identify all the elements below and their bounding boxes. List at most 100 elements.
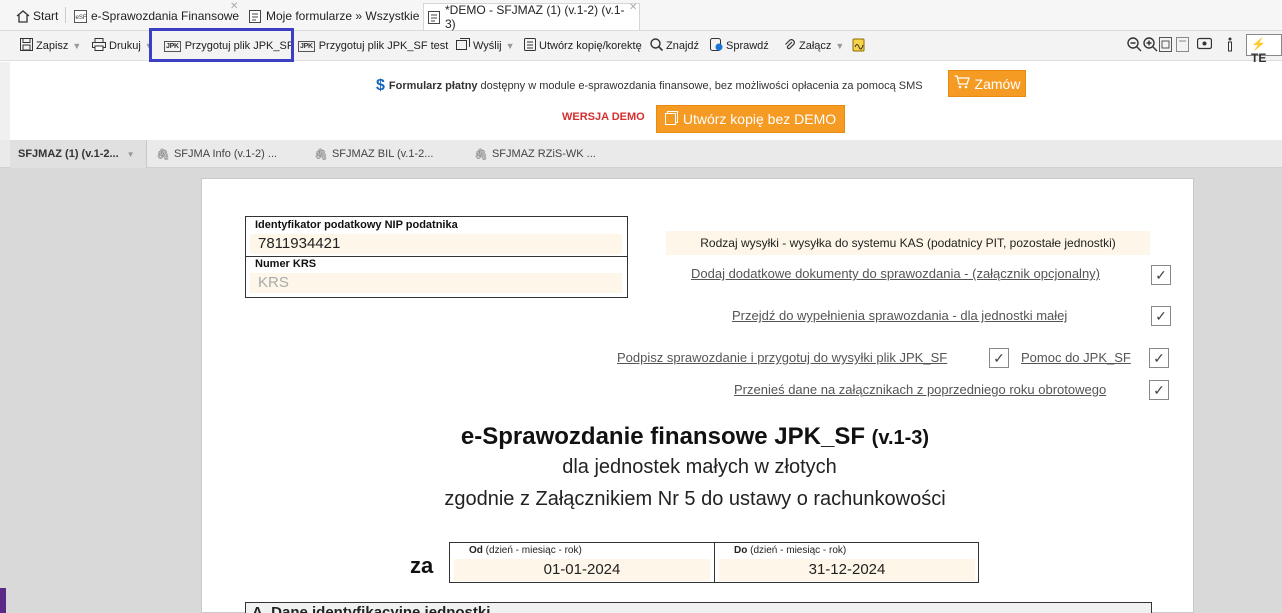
page-view-icon[interactable]	[1176, 37, 1189, 55]
doc-tab-label: SFJMA Info (v.1-2) ...	[173, 148, 278, 160]
sign-report-link[interactable]: Podpisz sprawozdanie i przygotuj do wysy…	[617, 350, 947, 365]
send-type-field[interactable]: Rodzaj wysyłki - wysyłka do systemu KAS …	[666, 231, 1150, 255]
section-a-header: A. Dane identyfikacyjne jednostki	[245, 602, 1152, 613]
tab-e-sprawozdania[interactable]: eSF e-Sprawozdania Finansowe ✕	[70, 1, 243, 29]
window-tab-bar: Start eSF e-Sprawozdania Finansowe ✕ Moj…	[0, 0, 1282, 31]
from-label-bold: Od	[469, 545, 483, 556]
form-icon	[249, 9, 262, 23]
cart-icon	[954, 75, 970, 92]
tab-moje-formularze[interactable]: Moje formularze » Wszystkie	[245, 3, 423, 29]
svg-text:eSF: eSF	[76, 15, 87, 21]
prepare-jpk-test-label: Przygotuj plik JPK_SF test	[318, 40, 449, 52]
doc-tab-sfjmaz-rzis[interactable]: 🖇 SFJMAZ RZiS-WK ...	[466, 140, 596, 168]
from-date-field[interactable]: 01-01-2024	[454, 559, 710, 581]
doc-tab-label: SFJMAZ RZiS-WK ...	[491, 148, 596, 160]
close-icon[interactable]: ✕	[230, 1, 238, 12]
report-subtitle-1: dla jednostek małych w złotych	[562, 456, 837, 478]
chevron-down-icon[interactable]: ▼	[506, 41, 515, 51]
send-button[interactable]: Wyślij ▼	[456, 36, 515, 56]
send-label: Wyślij	[473, 40, 502, 52]
krs-label: Numer KRS	[255, 258, 317, 270]
doc-tab-label: SFJMAZ BIL (v.1-2...	[331, 148, 434, 160]
help-jpk-checkbox[interactable]: ✓	[1149, 348, 1169, 368]
doc-tab-sfjma-info[interactable]: 🖇 SFJMA Info (v.1-2) ...	[148, 140, 277, 168]
to-date-field[interactable]: 31-12-2024	[719, 559, 975, 581]
demo-version-label: WERSJA DEMO	[562, 111, 645, 123]
search-icon	[650, 38, 664, 54]
tab-demo-sfjmaz[interactable]: *DEMO - SFJMAZ (1) (v.1-2) (v.1-3) ✕	[423, 2, 640, 31]
info-icon[interactable]	[1226, 37, 1234, 55]
krs-field[interactable]: KRS	[250, 273, 622, 293]
report-subtitle-2: zgodnie z Załącznikiem Nr 5 do ustawy o …	[444, 488, 946, 510]
copy-without-demo-label: Utwórz kopię bez DEMO	[682, 111, 837, 127]
copy-icon	[664, 110, 678, 128]
period-label: za	[410, 553, 434, 578]
paperclip-icon	[783, 38, 796, 54]
home-icon	[16, 9, 30, 23]
tab-start[interactable]: Start	[12, 3, 62, 29]
save-button[interactable]: Zapisz ▼	[20, 36, 81, 56]
report-title-main: e-Sprawozdanie finansowe JPK_SF	[460, 423, 865, 450]
paperclip-icon: 🖇	[474, 148, 488, 161]
to-label-bold: Do	[734, 545, 748, 556]
copy-without-demo-button[interactable]: Utwórz kopię bez DEMO	[656, 105, 845, 133]
help-jpk-link[interactable]: Pomoc do JPK_SF	[1021, 350, 1131, 365]
lightning-icon: ⚡	[1251, 37, 1266, 51]
nip-field[interactable]: 7811934421	[250, 234, 622, 254]
esf-icon: eSF	[74, 9, 87, 23]
divider	[246, 256, 627, 257]
form-icon	[428, 10, 441, 24]
tab-moje-formularze-label: Moje formularze » Wszystkie	[266, 9, 420, 23]
chevron-down-icon[interactable]: ▼	[127, 150, 135, 159]
attach-button[interactable]: Załącz ▼	[783, 36, 844, 56]
fit-page-icon[interactable]	[1159, 37, 1172, 55]
save-label: Zapisz	[36, 40, 69, 52]
sign-report-checkbox[interactable]: ✓	[989, 348, 1009, 368]
check-button[interactable]: Sprawdź	[710, 36, 769, 56]
copy-icon	[524, 38, 536, 54]
find-button[interactable]: Znajdź	[650, 36, 699, 56]
tab-separator	[65, 7, 66, 23]
period-box: Od (dzień - miesiąc - rok) 01-01-2024 Do…	[449, 542, 979, 583]
save-icon	[20, 38, 33, 54]
report-title: e-Sprawozdanie finansowe JPK_SF (v.1-3)	[0, 423, 1282, 451]
chevron-down-icon[interactable]: ▼	[72, 41, 81, 51]
print-button[interactable]: Drukuj ▼	[92, 36, 154, 56]
check-document-icon	[710, 38, 723, 54]
fill-report-checkbox[interactable]: ✓	[1151, 306, 1171, 326]
order-button[interactable]: Zamów	[948, 70, 1026, 97]
close-icon[interactable]: ✕	[629, 2, 637, 13]
to-label-rest: (dzień - miesiąc - rok)	[750, 545, 847, 556]
transfer-data-link[interactable]: Przenieś dane na załącznikach z poprzedn…	[734, 382, 1106, 397]
prepare-jpk-test-button[interactable]: JPK Przygotuj plik JPK_SF test	[298, 36, 448, 56]
zoom-in-icon[interactable]	[1143, 37, 1158, 55]
printer-icon	[92, 38, 106, 54]
signature-button[interactable]	[852, 36, 868, 56]
to-date-label: Do (dzień - miesiąc - rok)	[734, 545, 846, 556]
attach-label: Załącz	[799, 40, 832, 52]
add-documents-checkbox[interactable]: ✓	[1151, 265, 1171, 285]
paid-form-notice: $ Formularz płatny dostępny w module e-s…	[376, 77, 923, 95]
display-icon[interactable]	[1196, 37, 1213, 53]
paid-form-text: dostępny w module e-sprawozdania finanso…	[480, 80, 923, 92]
add-documents-link[interactable]: Dodaj dodatkowe dokumenty do sprawozdani…	[691, 266, 1100, 281]
send-icon	[456, 38, 470, 54]
copy-correction-button[interactable]: Utwórz kopię/korektę	[524, 36, 642, 56]
transfer-data-checkbox[interactable]: ✓	[1149, 380, 1169, 400]
doc-tab-label: SFJMAZ (1) (v.1-2...	[18, 148, 119, 160]
document-tabs: SFJMAZ (1) (v.1-2... ▼ 🖇 SFJMA Info (v.1…	[0, 140, 1282, 168]
doc-tab-sfjmaz[interactable]: SFJMAZ (1) (v.1-2... ▼	[10, 140, 147, 168]
taxpayer-id-box: Identyfikator podatkowy NIP podatnika 78…	[245, 216, 628, 298]
chevron-down-icon[interactable]: ▼	[835, 41, 844, 51]
zoom-out-icon[interactable]	[1127, 37, 1142, 55]
divider	[714, 543, 715, 582]
order-button-label: Zamów	[974, 75, 1021, 92]
tab-demo-sfjmaz-label: *DEMO - SFJMAZ (1) (v.1-2) (v.1-3)	[444, 3, 625, 31]
paid-form-bold: Formularz płatny	[388, 80, 478, 92]
jpk-icon: JPK	[298, 40, 315, 52]
quick-action-button[interactable]: ⚡ TE	[1246, 34, 1282, 65]
fill-report-link[interactable]: Przejdź do wypełnienia sprawozdania - dl…	[732, 308, 1067, 323]
side-indicator	[0, 588, 6, 613]
doc-tab-sfjmaz-bil[interactable]: 🖇 SFJMAZ BIL (v.1-2...	[306, 140, 433, 168]
from-label-rest: (dzień - miesiąc - rok)	[485, 545, 582, 556]
